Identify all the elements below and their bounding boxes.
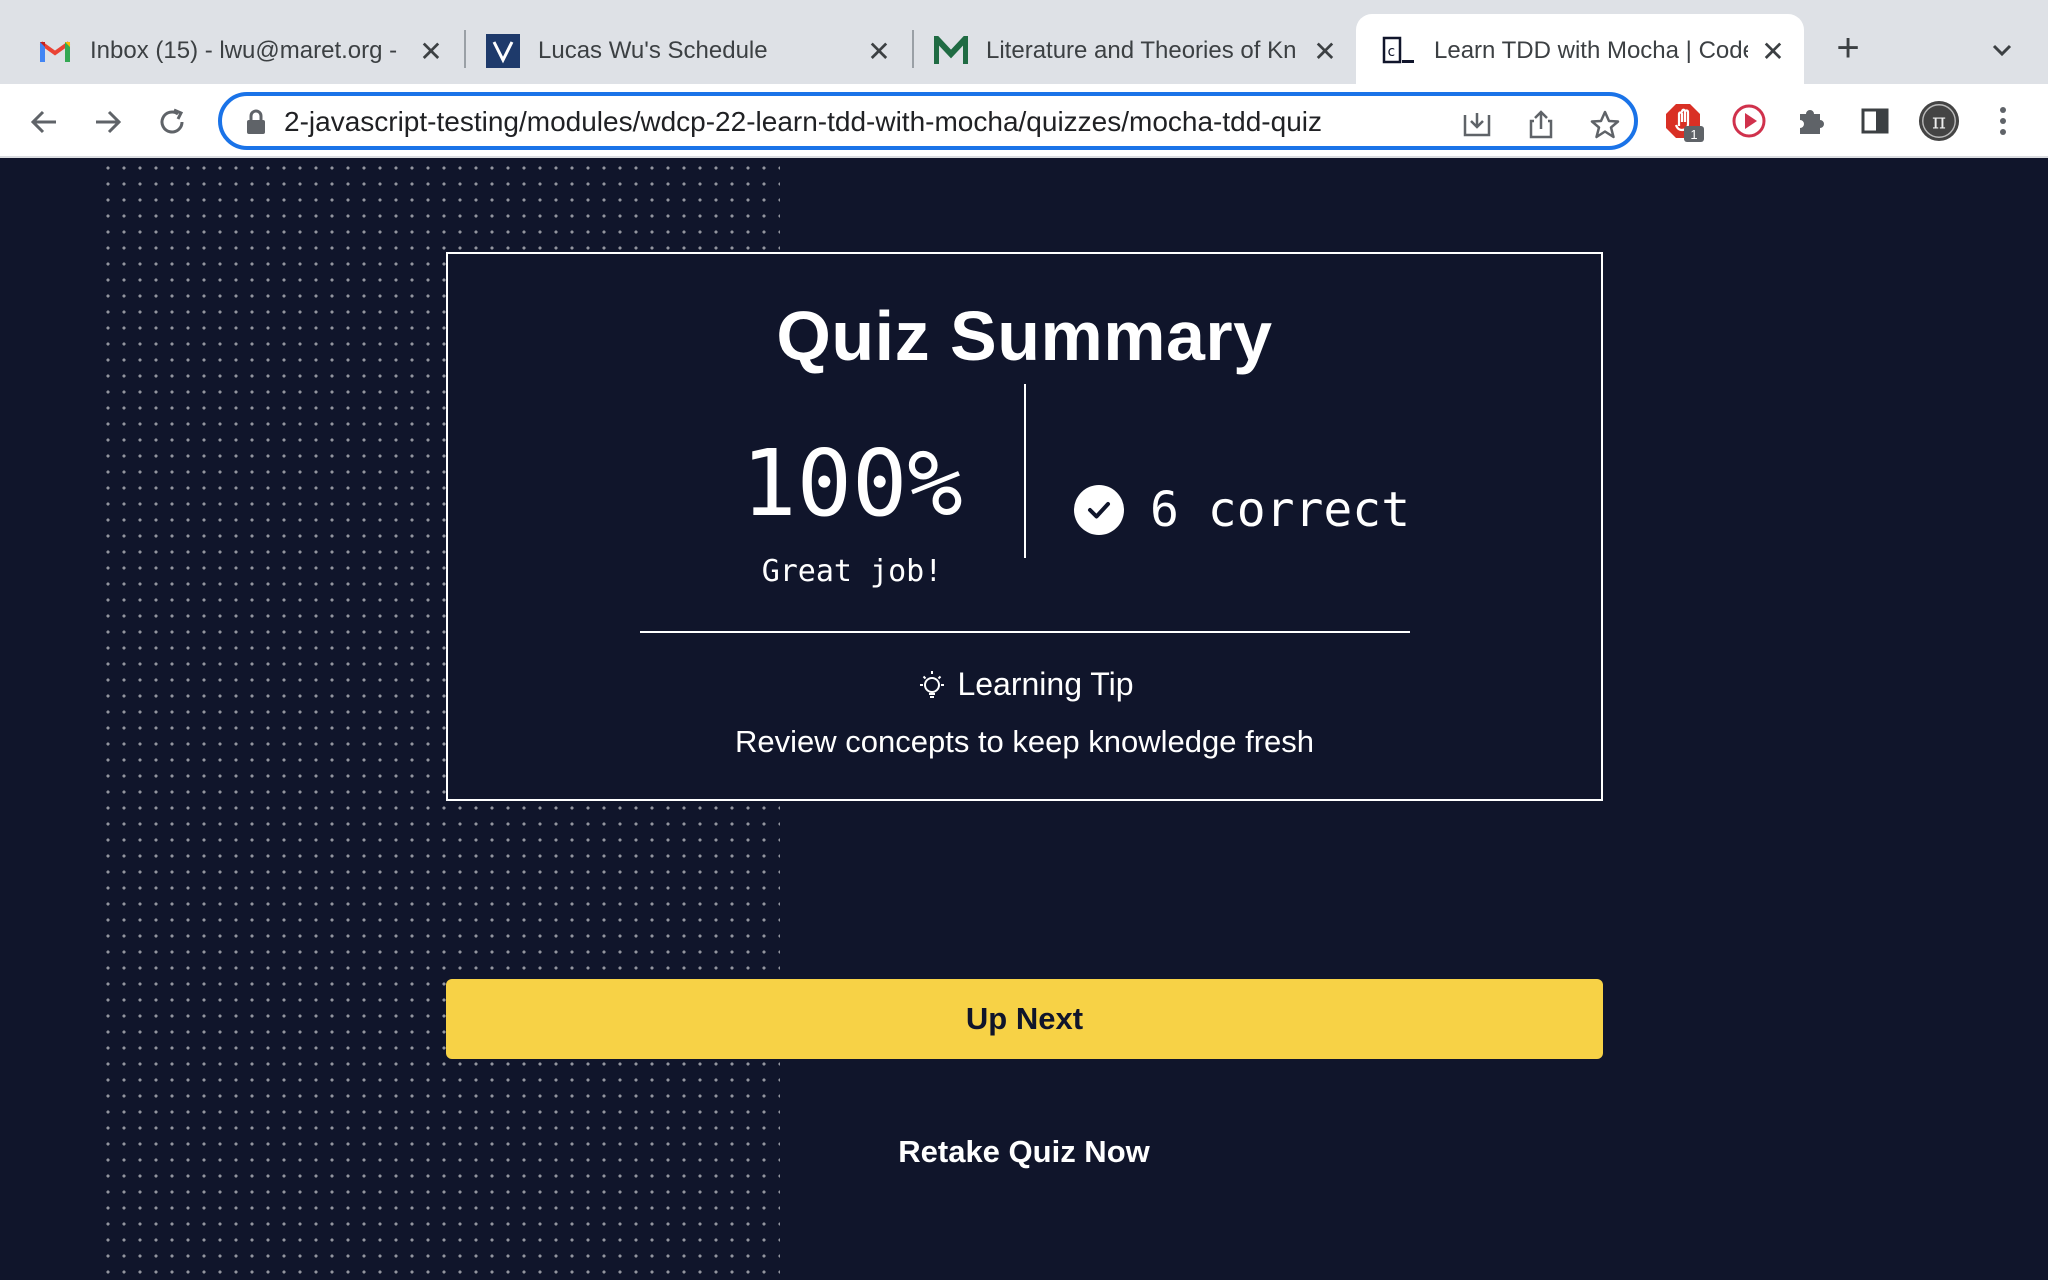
tab-strip: Inbox (15) - lwu@maret.org - ✕ Lucas Wu'… [0, 0, 2048, 84]
close-icon[interactable]: ✕ [416, 36, 446, 67]
tab-search-icon[interactable] [1984, 32, 2020, 68]
veracross-icon [486, 34, 520, 68]
retake-quiz-button[interactable]: Retake Quiz Now [846, 1124, 1202, 1180]
lock-icon[interactable] [244, 109, 268, 135]
quiz-summary-heading: Quiz Summary [776, 297, 1273, 375]
tab-title: Inbox (15) - lwu@maret.org - [90, 37, 398, 64]
quiz-summary-card: Quiz Summary 100% Great job! 6 correct L… [446, 252, 1603, 801]
adblock-extension-icon[interactable]: 1 [1664, 100, 1706, 142]
moodle-icon [934, 34, 968, 68]
gmail-icon [38, 34, 72, 68]
menu-kebab-icon[interactable] [1982, 100, 2024, 142]
forward-icon[interactable] [88, 102, 128, 142]
back-icon[interactable] [24, 102, 64, 142]
extension-badge: 1 [1690, 127, 1697, 142]
svg-text:π: π [1932, 110, 1946, 134]
learning-tip-text: Review concepts to keep knowledge fresh [735, 724, 1314, 759]
checkmark-icon [1074, 485, 1124, 535]
reload-icon[interactable] [152, 102, 192, 142]
close-icon[interactable]: ✕ [1758, 36, 1788, 67]
lightbulb-icon [915, 668, 949, 702]
learning-tip-header: Learning Tip [448, 666, 1601, 703]
up-next-button[interactable]: Up Next [446, 979, 1603, 1059]
tab-gmail[interactable]: Inbox (15) - lwu@maret.org - ✕ [12, 14, 458, 84]
url-text: 2-javascript-testing/modules/wdcp-22-lea… [284, 106, 1322, 137]
tab-title: Literature and Theories of Kn [986, 37, 1297, 64]
new-tab-button[interactable]: + [1828, 28, 1868, 68]
horizontal-divider [640, 631, 1410, 633]
profile-avatar[interactable]: π [1918, 100, 1960, 142]
quiz-results-page: Quiz Summary 100% Great job! 6 correct L… [0, 160, 2048, 1280]
tab-title: Learn TDD with Mocha | Code [1434, 37, 1748, 64]
side-panel-icon[interactable] [1854, 100, 1896, 142]
share-icon[interactable] [1524, 108, 1558, 142]
correct-text: 6 correct [1150, 482, 1411, 538]
install-app-icon[interactable] [1460, 108, 1494, 142]
close-icon[interactable]: ✕ [864, 36, 894, 67]
tab-literature[interactable]: Literature and Theories of Kn ✕ [908, 14, 1354, 84]
correct-count: 6 correct [1074, 480, 1410, 540]
tab-schedule[interactable]: Lucas Wu's Schedule ✕ [460, 14, 906, 84]
codecademy-icon: c [1382, 34, 1416, 68]
extensions-puzzle-icon[interactable] [1790, 100, 1832, 142]
close-icon[interactable]: ✕ [1310, 36, 1340, 67]
score-percentage: 100% [741, 430, 963, 537]
tab-codecademy[interactable]: c Learn TDD with Mocha | Code ✕ [1356, 14, 1804, 84]
learning-tip-label: Learning Tip [957, 666, 1134, 702]
screen-recorder-extension-icon[interactable] [1728, 100, 1770, 142]
svg-text:c: c [1387, 44, 1395, 60]
tab-title: Lucas Wu's Schedule [538, 37, 768, 64]
address-bar[interactable]: 2-javascript-testing/modules/wdcp-22-lea… [218, 92, 1638, 150]
praise-text: Great job! [761, 554, 943, 589]
bookmark-star-icon[interactable] [1588, 108, 1622, 142]
browser-toolbar: 2-javascript-testing/modules/wdcp-22-lea… [0, 84, 2048, 158]
vertical-divider [1024, 384, 1026, 558]
